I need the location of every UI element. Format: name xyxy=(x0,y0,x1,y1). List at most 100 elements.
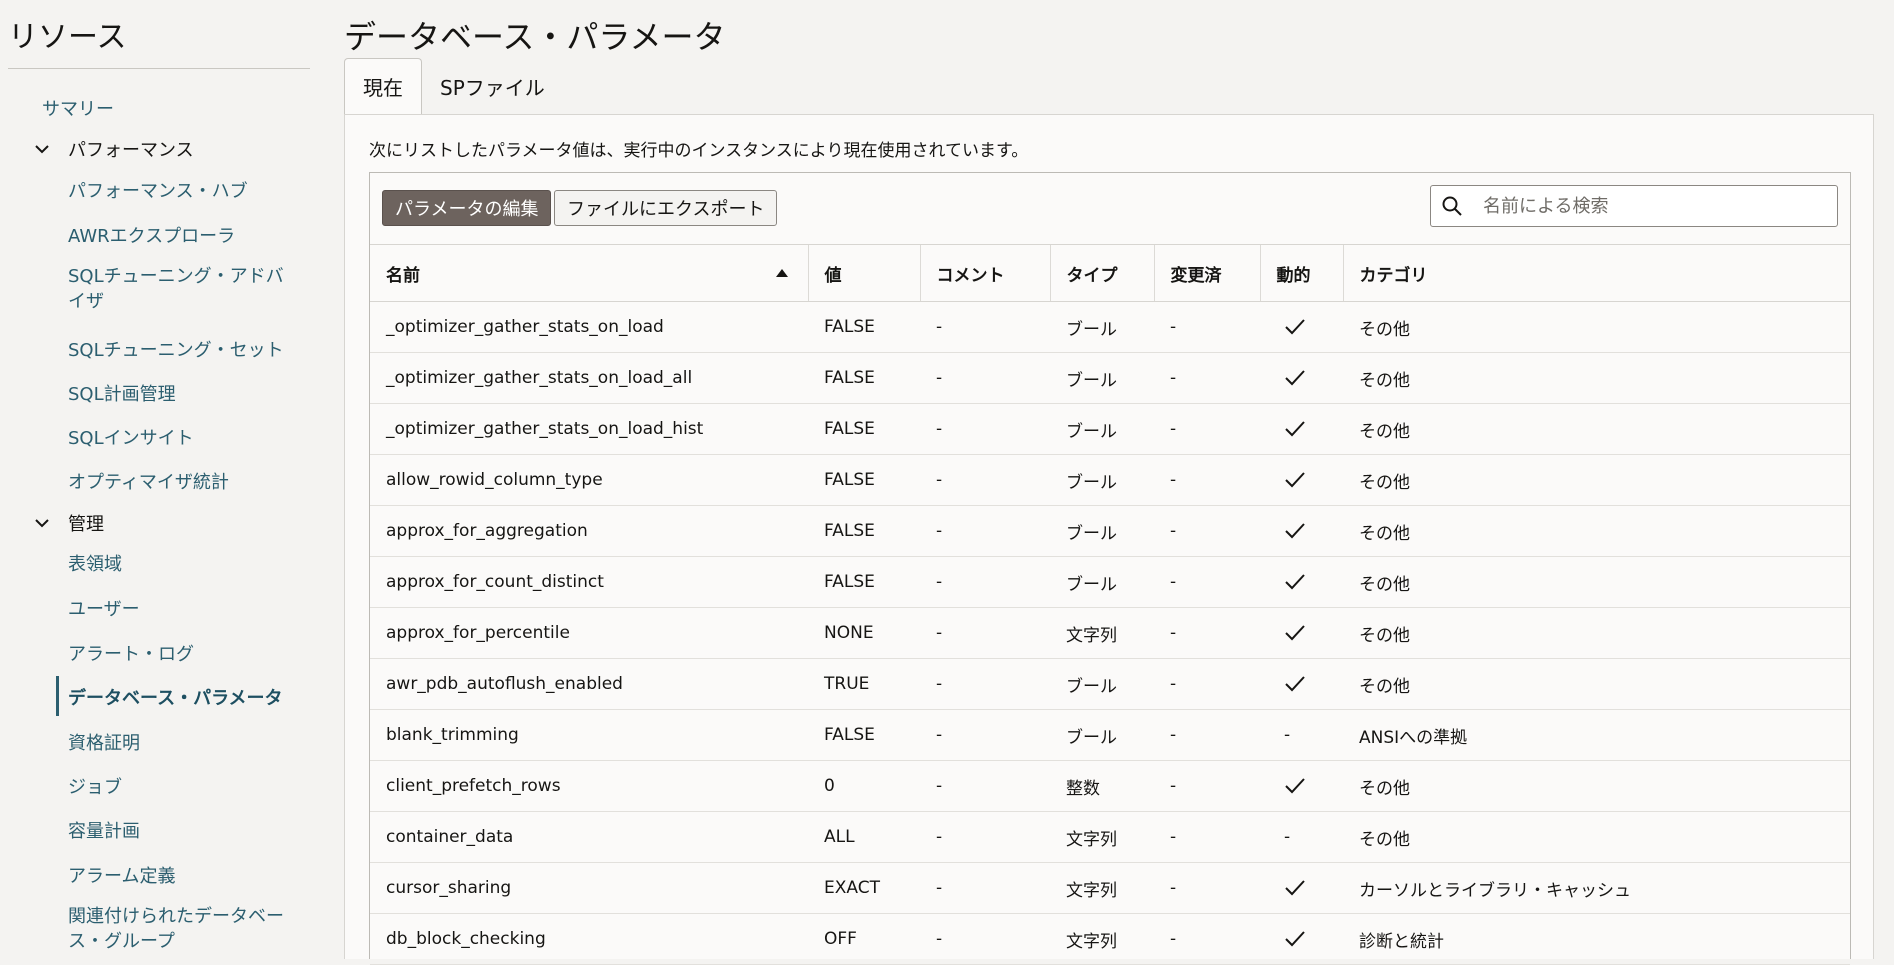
cell-name: approx_for_percentile xyxy=(370,607,808,659)
table-row[interactable]: allow_rowid_column_type FALSE - ブール - その他 xyxy=(370,454,1850,506)
cell-comment: - xyxy=(920,505,1050,557)
column-header-label: 変更済 xyxy=(1170,265,1222,286)
cell-comment: - xyxy=(920,454,1050,506)
cell-dynamic: - xyxy=(1260,811,1343,863)
column-header-modified[interactable]: 変更済 xyxy=(1153,244,1260,302)
cell-category: その他 xyxy=(1343,760,1850,812)
chevron-down-icon xyxy=(35,145,49,154)
cell-dynamic xyxy=(1260,403,1343,455)
cell-value: TRUE xyxy=(808,658,920,710)
table-row[interactable]: client_prefetch_rows 0- 整数 - その他 xyxy=(370,760,1850,812)
cell-modified: - xyxy=(1154,607,1260,659)
column-header-comment[interactable]: コメント xyxy=(919,244,1050,302)
check-icon xyxy=(1285,472,1305,488)
cell-value: NONE xyxy=(808,607,920,659)
search-input[interactable] xyxy=(1481,194,1825,218)
sidebar-group-label: 管理 xyxy=(68,514,104,535)
cell-value: ALL xyxy=(808,811,920,863)
sidebar-divider xyxy=(8,68,310,69)
cell-name: container_data xyxy=(370,811,808,863)
export-to-file-button[interactable]: ファイルにエクスポート xyxy=(554,190,778,226)
page-title: データベース・パラメータ xyxy=(344,18,726,56)
cell-dynamic xyxy=(1260,454,1343,506)
table-row[interactable]: approx_for_aggregation FALSE - ブール - その他 xyxy=(370,505,1850,557)
sidebar-item-associated-database-groups[interactable]: 関連付けられたデータベース・グループ xyxy=(68,904,300,954)
check-icon xyxy=(1285,880,1305,896)
sidebar-group-management[interactable]: 管理 xyxy=(32,510,104,536)
tab-current[interactable]: 現在 xyxy=(344,58,422,114)
chevron-down-icon xyxy=(35,519,49,528)
sidebar-item-alert-log[interactable]: アラート・ログ xyxy=(68,640,194,666)
cell-name: awr_pdb_autoflush_enabled xyxy=(370,658,808,710)
cell-type: 文字列 xyxy=(1050,913,1154,965)
cell-type: ブール xyxy=(1050,352,1154,404)
search-icon xyxy=(1442,196,1462,216)
cell-dynamic xyxy=(1260,607,1343,659)
sidebar-item-summary[interactable]: サマリー xyxy=(42,95,114,121)
sidebar-group-performance[interactable]: パフォーマンス xyxy=(32,136,194,162)
cell-type: ブール xyxy=(1050,556,1154,608)
column-header-category[interactable]: カテゴリ xyxy=(1342,244,1850,302)
cell-category: その他 xyxy=(1343,607,1850,659)
sidebar-item-jobs[interactable]: ジョブ xyxy=(68,773,122,799)
table-row[interactable]: approx_for_count_distinct FALSE - ブール - その他 xyxy=(370,556,1850,608)
cell-dynamic: - xyxy=(1260,709,1343,761)
sidebar-item-users[interactable]: ユーザー xyxy=(68,595,140,621)
table-row[interactable]: container_data ALL - 文字列 - - その他 xyxy=(370,811,1850,863)
cell-value: FALSE xyxy=(808,505,920,557)
cell-dynamic-text: - xyxy=(1284,725,1291,745)
sidebar-item-sql-insights[interactable]: SQLインサイト xyxy=(68,424,194,450)
sidebar-item-sql-tuning-set[interactable]: SQLチューニング・セット xyxy=(68,336,284,362)
cell-dynamic xyxy=(1260,862,1343,914)
column-header-label: タイプ xyxy=(1066,265,1118,286)
cell-category: その他 xyxy=(1343,301,1850,353)
cell-modified: - xyxy=(1154,505,1260,557)
sidebar-item-performance-hub[interactable]: パフォーマンス・ハブ xyxy=(68,177,248,203)
column-header-label: カテゴリ xyxy=(1359,265,1428,286)
table-row[interactable]: _optimizer_gather_stats_on_load_hist FALS… xyxy=(370,403,1850,455)
column-header-value[interactable]: 値 xyxy=(807,244,920,302)
table-row[interactable]: awr_pdb_autoflush_enabled TRUE - ブール - その他 xyxy=(370,658,1850,710)
tab-spfile[interactable]: SPファイル xyxy=(422,58,563,114)
sort-ascending-icon[interactable] xyxy=(775,269,788,277)
cell-value: FALSE xyxy=(808,709,920,761)
table-row[interactable]: approx_for_percentile NONE - 文字列 - その他 xyxy=(370,607,1850,659)
sidebar-item-database-parameters[interactable]: データベース・パラメータ xyxy=(68,684,283,710)
column-header-dynamic[interactable]: 動的 xyxy=(1259,244,1343,302)
sidebar-item-alarm-definitions[interactable]: アラーム定義 xyxy=(68,862,175,888)
sidebar-item-tablespaces[interactable]: 表領域 xyxy=(68,550,122,576)
column-header-name[interactable]: 名前 xyxy=(370,244,808,302)
table-row[interactable]: _optimizer_gather_stats_on_load_all FALSE… xyxy=(370,352,1850,404)
sidebar-item-awr-explorer[interactable]: AWRエクスプローラ xyxy=(68,222,235,248)
cell-type: ブール xyxy=(1050,403,1154,455)
check-icon xyxy=(1285,625,1305,641)
cell-value: FALSE xyxy=(808,403,920,455)
sidebar-item-capacity-planning[interactable]: 容量計画 xyxy=(68,817,140,843)
sidebar-item-optimizer-statistics[interactable]: オプティマイザ統計 xyxy=(68,468,229,494)
cell-comment: - xyxy=(920,556,1050,608)
check-icon xyxy=(1285,931,1305,947)
cell-modified: - xyxy=(1154,556,1260,608)
check-icon xyxy=(1285,370,1305,386)
cell-value: FALSE xyxy=(808,352,920,404)
table-row[interactable]: blank_trimming FALSE - ブール - - ANSIへの準拠 xyxy=(370,709,1850,761)
sidebar-item-credentials[interactable]: 資格証明 xyxy=(68,729,140,755)
table-row[interactable]: db_block_checking OFF - 文字列 - 診断と統計 xyxy=(370,913,1850,965)
cell-comment: - xyxy=(920,658,1050,710)
cell-dynamic xyxy=(1260,556,1343,608)
check-icon xyxy=(1285,676,1305,692)
check-icon xyxy=(1285,319,1305,335)
cell-modified: - xyxy=(1154,403,1260,455)
edit-parameters-button[interactable]: パラメータの編集 xyxy=(382,190,552,226)
column-header-label: 動的 xyxy=(1276,265,1311,286)
cell-comment: - xyxy=(920,403,1050,455)
cell-comment: - xyxy=(920,709,1050,761)
sidebar-item-sql-tuning-advisor[interactable]: SQLチューニング・アドバイザ xyxy=(68,264,300,314)
sidebar-title: リソース xyxy=(8,20,127,55)
column-header-type[interactable]: タイプ xyxy=(1049,244,1154,302)
cell-modified: - xyxy=(1154,454,1260,506)
table-row[interactable]: cursor_sharing EXACT - 文字列 - カーソルとライブラリ・キャッシュ xyxy=(370,862,1850,914)
table-row[interactable]: _optimizer_gather_stats_on_load FALSE - ブール… xyxy=(370,301,1850,353)
cell-dynamic-text: - xyxy=(1284,827,1291,847)
sidebar-item-sql-plan-management[interactable]: SQL計画管理 xyxy=(68,380,176,406)
